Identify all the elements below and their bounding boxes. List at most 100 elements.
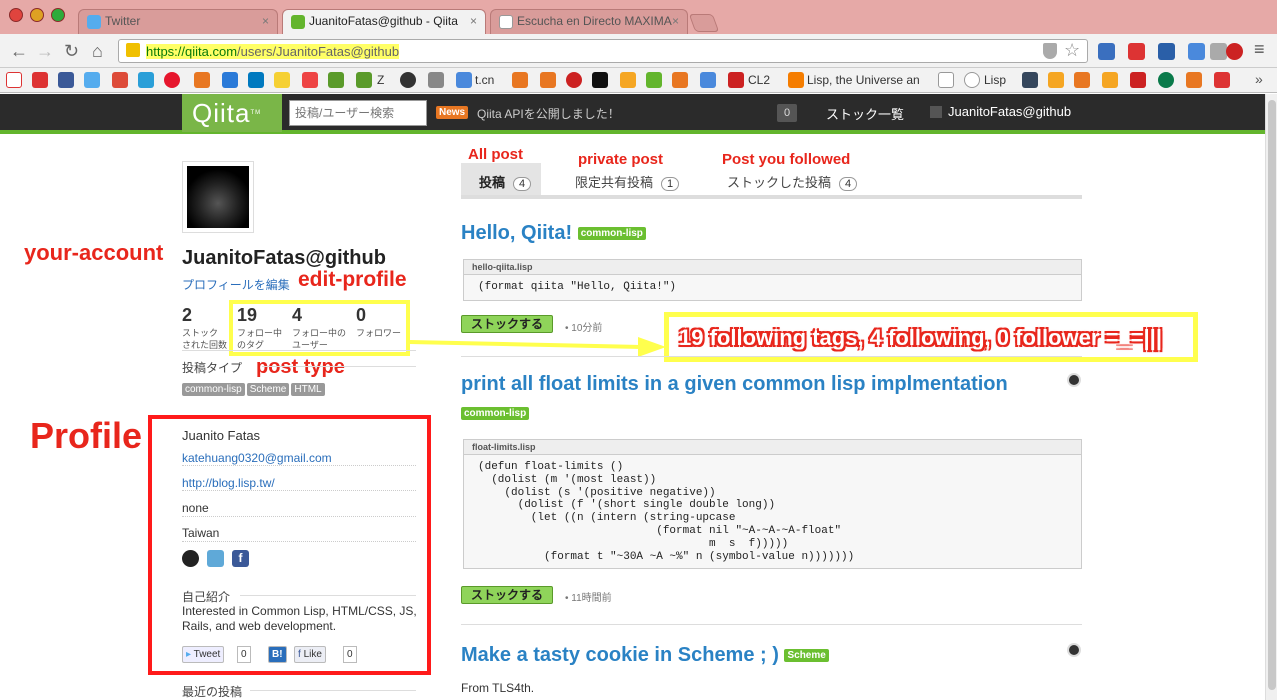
tweet-button[interactable]: ▸ Tweet bbox=[182, 646, 225, 663]
bookmark-label[interactable]: t.cn bbox=[475, 73, 494, 87]
bookmark-icon[interactable] bbox=[1158, 72, 1174, 88]
close-window-button[interactable] bbox=[9, 8, 23, 22]
qiita-bookmark-icon[interactable] bbox=[646, 72, 662, 88]
trello-bookmark-icon[interactable] bbox=[248, 72, 264, 88]
zoom-window-button[interactable] bbox=[51, 8, 65, 22]
github-bookmark-icon[interactable] bbox=[400, 72, 416, 88]
bookmark-icon[interactable] bbox=[138, 72, 154, 88]
search-input[interactable] bbox=[289, 100, 427, 126]
bookmark-icon[interactable] bbox=[428, 72, 444, 88]
scrollbar-thumb[interactable] bbox=[1268, 100, 1276, 690]
vertical-scrollbar[interactable] bbox=[1265, 94, 1277, 700]
bookmark-label[interactable]: Lisp bbox=[984, 73, 1006, 87]
google-bookmark-icon[interactable] bbox=[456, 72, 472, 88]
bookmark-icon[interactable] bbox=[540, 72, 556, 88]
qiita-logo[interactable]: QiitaTM bbox=[182, 94, 282, 132]
tab-twitter[interactable]: Twitter × bbox=[78, 9, 278, 34]
bookmark-icon[interactable] bbox=[302, 72, 318, 88]
gear-bookmark-icon[interactable] bbox=[964, 72, 980, 88]
tag-html[interactable]: HTML bbox=[291, 383, 325, 396]
profile-email-link[interactable]: katehuang0320@gmail.com bbox=[182, 451, 332, 465]
star-icon[interactable]: ☆ bbox=[1064, 40, 1080, 61]
tab-all-posts[interactable]: 投稿 4 bbox=[461, 163, 541, 195]
new-tab-button[interactable] bbox=[688, 14, 720, 32]
user-menu-link[interactable]: JuanitoFatas@github bbox=[948, 104, 1071, 119]
bookmark-icon[interactable] bbox=[1048, 72, 1064, 88]
googleplus-bookmark-icon[interactable] bbox=[112, 72, 128, 88]
menu-icon[interactable]: ≡ bbox=[1254, 39, 1265, 60]
news-link[interactable]: Qiita APIを公開しました！ bbox=[477, 105, 620, 122]
bookmark-icon[interactable] bbox=[938, 72, 954, 88]
bookmark-icon[interactable] bbox=[592, 72, 608, 88]
stat-stocked[interactable]: 2 ストック された回数 bbox=[182, 305, 227, 350]
download-icon[interactable] bbox=[1098, 43, 1115, 60]
twitter-icon[interactable] bbox=[207, 550, 224, 567]
tag-common-lisp[interactable]: common-lisp bbox=[182, 383, 245, 396]
edit-profile-link[interactable]: プロフィールを編集 bbox=[182, 276, 290, 293]
bookmark-icon[interactable] bbox=[222, 72, 238, 88]
avatar[interactable] bbox=[182, 161, 254, 233]
tumblr-bookmark-icon[interactable] bbox=[1022, 72, 1038, 88]
close-tab-icon[interactable]: × bbox=[262, 14, 269, 28]
bookmark-label[interactable]: Z bbox=[377, 73, 384, 87]
youtube-bookmark-icon[interactable] bbox=[32, 72, 48, 88]
close-tab-icon[interactable]: × bbox=[470, 14, 477, 28]
bookmark-icon[interactable] bbox=[356, 72, 372, 88]
post-title-3[interactable]: Make a tasty cookie in Scheme ; ) Scheme bbox=[461, 644, 829, 667]
weibo-bookmark-icon[interactable] bbox=[164, 72, 180, 88]
stock-list-link[interactable]: ストック一覧 bbox=[826, 104, 904, 123]
address-bar[interactable]: https://qiita.com/users/JuanitoFatas@git… bbox=[118, 39, 1088, 63]
tab-escucha[interactable]: Escucha en Directo MAXIMA × bbox=[490, 9, 688, 34]
facebook-bookmark-icon[interactable] bbox=[58, 72, 74, 88]
back-icon[interactable]: ← bbox=[10, 42, 28, 60]
tab-private-posts[interactable]: 限定共有投稿 1 bbox=[575, 163, 680, 195]
profile-blog-link[interactable]: http://blog.lisp.tw/ bbox=[182, 476, 275, 490]
star-ext-icon[interactable] bbox=[1158, 43, 1175, 60]
bookmark-icon[interactable] bbox=[1074, 72, 1090, 88]
bookmark-icon[interactable] bbox=[328, 72, 344, 88]
bookmark-icon[interactable] bbox=[274, 72, 290, 88]
close-tab-icon[interactable]: × bbox=[672, 14, 679, 28]
post-title-2[interactable]: print all float limits in a given common… bbox=[461, 373, 1008, 396]
more-bookmarks-icon[interactable]: » bbox=[1255, 71, 1263, 87]
bookmark-icon[interactable] bbox=[700, 72, 716, 88]
tab-stocked-posts[interactable]: ストックした投稿 4 bbox=[727, 163, 858, 195]
lastpass-icon[interactable] bbox=[1226, 43, 1243, 60]
stock-button-2[interactable]: ストックする bbox=[461, 586, 553, 604]
bookmark-icon[interactable] bbox=[728, 72, 744, 88]
bookmark-icon[interactable] bbox=[194, 72, 210, 88]
minimize-window-button[interactable] bbox=[30, 8, 44, 22]
bookmark-icon[interactable] bbox=[672, 72, 688, 88]
bookmark-icon[interactable] bbox=[1214, 72, 1230, 88]
post-tag[interactable]: common-lisp bbox=[577, 227, 646, 241]
bookmark-label[interactable]: CL2 bbox=[748, 73, 770, 87]
gmail-bookmark-icon[interactable] bbox=[6, 72, 22, 88]
hatena-bookmark-button[interactable]: B! bbox=[268, 646, 287, 663]
bookmark-icon[interactable] bbox=[620, 72, 636, 88]
github-icon[interactable] bbox=[182, 550, 199, 567]
post-tag[interactable]: Scheme bbox=[784, 649, 829, 663]
bookmark-label[interactable]: Lisp, the Universe an bbox=[807, 73, 920, 87]
tab-qiita[interactable]: JuanitoFatas@github - Qiita × bbox=[282, 9, 486, 34]
bookmark-ext-icon[interactable] bbox=[1128, 43, 1145, 60]
notification-count[interactable]: 0 bbox=[777, 104, 797, 122]
home-icon[interactable]: ⌂ bbox=[92, 42, 103, 60]
post-tag[interactable]: common-lisp bbox=[461, 407, 530, 420]
bookmark-icon[interactable] bbox=[1186, 72, 1202, 88]
post-title-1[interactable]: Hello, Qiita! common-lisp bbox=[461, 222, 646, 245]
bookmark-icon[interactable] bbox=[566, 72, 582, 88]
tag-scheme[interactable]: Scheme bbox=[246, 383, 290, 396]
bookmark-icon[interactable] bbox=[1130, 72, 1146, 88]
facebook-icon[interactable]: f bbox=[232, 550, 249, 567]
reload-icon[interactable]: ↻ bbox=[64, 42, 79, 60]
github-icon[interactable] bbox=[1067, 643, 1081, 657]
evernote-icon[interactable] bbox=[1210, 43, 1227, 60]
forward-icon[interactable]: → bbox=[36, 42, 54, 60]
facebook-like-button[interactable]: f Like bbox=[294, 646, 326, 663]
github-icon[interactable] bbox=[1067, 373, 1081, 387]
twitter-bookmark-icon[interactable] bbox=[84, 72, 100, 88]
bookmark-icon[interactable] bbox=[1102, 72, 1118, 88]
translate-icon[interactable] bbox=[1188, 43, 1205, 60]
bookmark-icon[interactable] bbox=[512, 72, 528, 88]
blogger-bookmark-icon[interactable] bbox=[788, 72, 804, 88]
